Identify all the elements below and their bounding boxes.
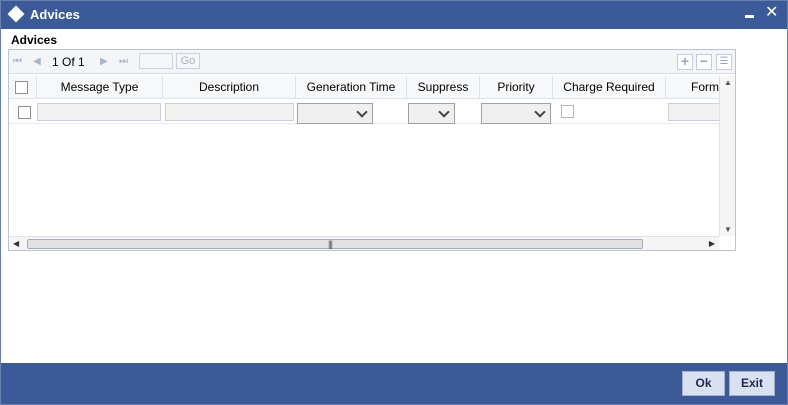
- advices-grid: ⏮ ◀ 1 Of 1 ▶ ⏭ Go + − ☰ Message Type Des…: [8, 49, 736, 251]
- scroll-down-icon[interactable]: ▼: [724, 225, 732, 234]
- select-all-checkbox[interactable]: [15, 81, 28, 94]
- minimize-icon[interactable]: [745, 15, 754, 18]
- format-input[interactable]: [668, 103, 719, 121]
- advices-window: Advices ✕ Advices ⏮ ◀ 1 Of 1 ▶ ⏭ Go + − …: [0, 0, 788, 405]
- scroll-right-icon[interactable]: ▶: [709, 237, 715, 251]
- header-format[interactable]: Form: [666, 76, 719, 99]
- header-message-type[interactable]: Message Type: [37, 76, 163, 99]
- previous-page-icon[interactable]: ◀: [33, 56, 43, 68]
- header-select-cell: [9, 76, 37, 99]
- chevron-down-icon: [356, 106, 368, 118]
- footer-bar: Ok Exit: [1, 363, 787, 404]
- page-number-input[interactable]: [139, 53, 173, 69]
- chevron-down-icon: [438, 106, 450, 118]
- close-icon[interactable]: ✕: [765, 4, 778, 22]
- header-suppress[interactable]: Suppress: [407, 76, 480, 99]
- add-row-button[interactable]: +: [677, 54, 693, 70]
- go-button[interactable]: Go: [176, 53, 200, 69]
- description-input[interactable]: [165, 103, 294, 121]
- window-title: Advices: [30, 7, 80, 22]
- scroll-up-icon[interactable]: ▲: [724, 78, 732, 87]
- horizontal-scroll-thumb[interactable]: |||: [27, 239, 643, 249]
- grip-icon: |||: [328, 239, 333, 249]
- table-row: [9, 100, 719, 124]
- suppress-select[interactable]: [408, 103, 455, 124]
- exit-button[interactable]: Exit: [729, 371, 775, 396]
- chevron-down-icon: [534, 106, 546, 118]
- horizontal-scrollbar[interactable]: ◀ ||| ▶: [9, 236, 719, 250]
- delete-row-button[interactable]: −: [696, 54, 712, 70]
- title-bar: Advices ✕: [1, 1, 787, 29]
- scroll-left-icon[interactable]: ◀: [13, 237, 19, 251]
- window-diamond-icon: [7, 5, 25, 23]
- header-generation-time[interactable]: Generation Time: [296, 76, 407, 99]
- vertical-scrollbar[interactable]: ▲ ▼: [719, 76, 735, 236]
- row-select-checkbox[interactable]: [18, 106, 31, 119]
- priority-select[interactable]: [481, 103, 551, 124]
- ok-button[interactable]: Ok: [682, 371, 725, 396]
- header-charge-required[interactable]: Charge Required: [553, 76, 666, 99]
- generation-time-select[interactable]: [297, 103, 373, 124]
- next-page-icon[interactable]: ▶: [100, 56, 110, 68]
- last-page-icon[interactable]: ⏭: [119, 56, 129, 68]
- grid-header-row: Message Type Description Generation Time…: [9, 76, 719, 99]
- section-title: Advices: [11, 33, 58, 47]
- message-type-input[interactable]: [37, 103, 161, 121]
- single-view-button[interactable]: ☰: [716, 54, 732, 70]
- header-priority[interactable]: Priority: [480, 76, 553, 99]
- first-page-icon[interactable]: ⏮: [13, 56, 23, 68]
- page-info: 1 Of 1: [52, 55, 85, 69]
- grid-toolbar: ⏮ ◀ 1 Of 1 ▶ ⏭ Go + − ☰: [9, 50, 735, 74]
- header-description[interactable]: Description: [163, 76, 296, 99]
- charge-required-checkbox[interactable]: [561, 105, 574, 118]
